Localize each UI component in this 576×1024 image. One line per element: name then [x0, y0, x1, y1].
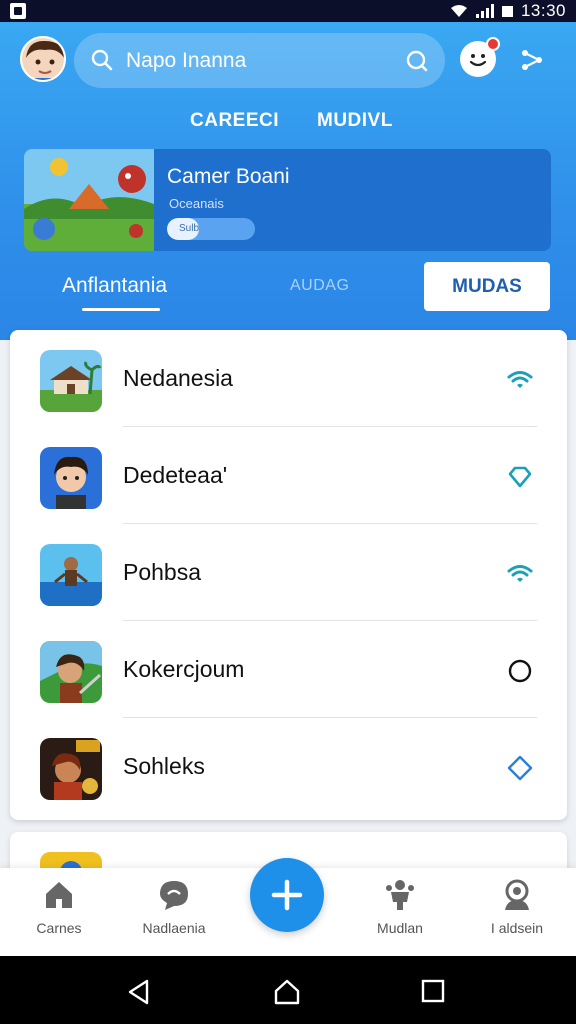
header: Napo Inanna CAREECI MUDIVL Camer Boani O… — [0, 22, 576, 340]
plus-icon — [271, 879, 303, 911]
home-icon — [46, 882, 72, 908]
home-button-icon[interactable] — [272, 978, 302, 1006]
tab-audag[interactable]: AUDAG — [290, 277, 349, 295]
chat-icon — [160, 881, 188, 910]
nav-label: Carnes — [36, 920, 82, 936]
game-icon-ocean — [40, 544, 102, 606]
share-icon[interactable] — [518, 46, 546, 74]
featured-game-card[interactable]: Camer Boani Oceanais Sulb — [24, 149, 551, 251]
signal-icon — [475, 4, 494, 18]
tab-careeci[interactable]: CAREECI — [190, 110, 279, 132]
top-tabs: CAREECI MUDIVL — [0, 110, 576, 140]
avatar[interactable] — [20, 36, 66, 82]
search-icon — [91, 49, 113, 71]
nav-label: Nadlaenia — [142, 920, 206, 936]
game-icon-hero — [40, 738, 102, 800]
game-list: Nedanesia Dedeteaa' Pohbsa Kokercjoum So… — [10, 330, 567, 820]
nav-item-nadlaenia[interactable]: Nadlaenia — [124, 878, 224, 936]
notification-badge — [486, 37, 500, 51]
tab-mudivl[interactable]: MUDIVL — [317, 110, 393, 132]
game-icon-character — [40, 447, 102, 509]
circle-outline-icon — [508, 659, 532, 683]
mudas-button[interactable]: MUDAS — [424, 262, 550, 311]
list-item[interactable]: Nedanesia — [10, 330, 567, 427]
person-icon — [386, 880, 414, 910]
wifi-icon — [507, 371, 533, 388]
recents-icon[interactable] — [420, 978, 446, 1004]
nav-item-profile[interactable]: I aldsein — [467, 878, 567, 936]
featured-game-thumbnail — [24, 149, 154, 251]
nav-item-mudlan[interactable]: Mudlan — [350, 878, 450, 936]
list-item[interactable]: Dedeteaa' — [10, 427, 567, 524]
featured-title: Camer Boani — [167, 165, 290, 188]
list-item[interactable]: Sohleks — [10, 718, 567, 815]
featured-progress-bar: Sulb — [167, 218, 255, 240]
status-time: 13:30 — [520, 1, 566, 20]
list-item-label: Nedanesia — [123, 365, 233, 391]
search-bar[interactable]: Napo Inanna — [74, 33, 445, 88]
diamond-outline-icon — [508, 466, 532, 488]
game-icon-house — [40, 350, 102, 412]
game-icon-warrior — [40, 641, 102, 703]
nav-item-carnes[interactable]: Carnes — [9, 878, 109, 936]
featured-subtitle: Oceanais — [169, 196, 224, 211]
app-notification-icon — [10, 3, 26, 19]
status-bar: 13:30 — [0, 0, 576, 22]
list-item-label: Pohbsa — [123, 559, 202, 585]
bottom-navigation: Carnes Nadlaenia Mudlan I aldsein — [0, 858, 576, 956]
tab-anflantania[interactable]: Anflantania — [62, 274, 167, 311]
wifi-icon — [507, 565, 533, 582]
system-navigation-bar — [0, 956, 576, 1024]
sub-tabs: Anflantania AUDAG MUDAS — [0, 260, 576, 320]
avatar-image — [22, 38, 64, 80]
list-item[interactable]: Pohbsa — [10, 524, 567, 621]
battery-icon — [501, 5, 513, 17]
back-icon[interactable] — [125, 978, 153, 1006]
list-item-label: Kokercjoum — [123, 656, 245, 682]
diamond-outline-icon — [507, 755, 533, 781]
nav-label: I aldsein — [490, 920, 544, 936]
featured-progress-label: Sulb — [179, 223, 200, 234]
list-item-label: Dedeteaa' — [123, 462, 228, 488]
nav-label: Mudlan — [377, 920, 423, 936]
list-item-label: Sohleks — [123, 753, 205, 779]
search-submit-icon[interactable] — [405, 49, 429, 73]
list-item[interactable]: Kokercjoum — [10, 621, 567, 718]
add-button[interactable] — [250, 858, 324, 932]
notifications-button[interactable] — [460, 37, 500, 77]
wifi-status-icon — [450, 5, 467, 17]
profile-icon — [505, 879, 529, 910]
search-input[interactable]: Napo Inanna — [126, 49, 246, 73]
